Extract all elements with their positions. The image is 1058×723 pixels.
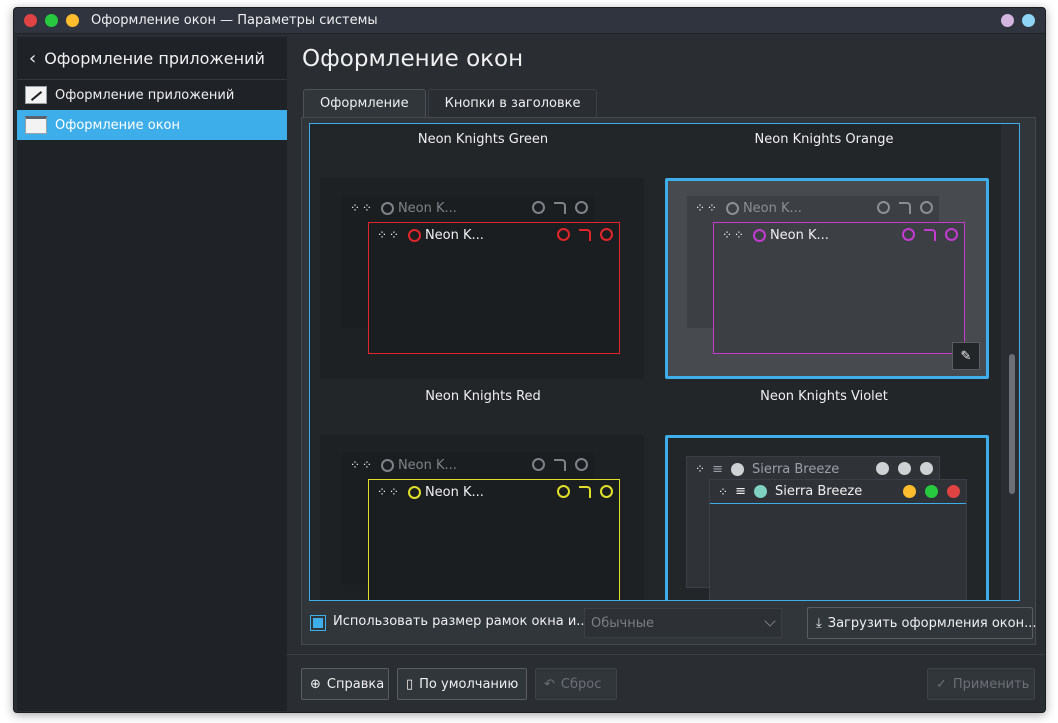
sidebar-header-title: Оформление приложений <box>44 48 265 68</box>
use-theme-border-checkbox[interactable] <box>310 615 326 631</box>
theme-title-red: Neon Knights Red <box>425 389 541 404</box>
decoration-icon: ⁘ <box>718 484 728 499</box>
use-theme-border-label[interactable]: Использовать размер рамок окна и... <box>333 614 589 629</box>
back-window-label: Neon K... <box>397 457 457 473</box>
back-window-label: Neon K... <box>742 200 802 216</box>
sidebar-item-label: Оформление приложений <box>55 87 235 103</box>
defaults-label: По умолчанию <box>419 676 519 692</box>
scrollbar-handle[interactable] <box>1009 354 1015 494</box>
sidebar-item-application-style[interactable]: Оформление приложений <box>17 80 287 110</box>
front-window-label: Neon K... <box>424 484 484 500</box>
theme-preview-orange[interactable]: ⁘ ⁘ Neon K... ⁘ ⁘ Neon K... ✎ <box>665 178 989 379</box>
decoration-icon: ⁘ ⁘ <box>350 201 372 215</box>
front-window-label: Neon K... <box>424 227 484 243</box>
border-size-value: Обычные <box>591 615 654 631</box>
sidebar-item-label: Оформление окон <box>55 117 181 133</box>
options-row: Использовать размер рамок окна и... Обыч… <box>301 606 1037 640</box>
pencil-icon: ✎ <box>960 348 972 364</box>
theme-grid[interactable]: Neon Knights Green ⁘ ⁘ Neon K... ⁘ ⁘ Neo… <box>309 123 1020 601</box>
back-window-label: Sierra Breeze <box>751 461 840 477</box>
lifebuoy-icon: ⊕ <box>310 676 321 692</box>
decorations-panel: Neon Knights Green ⁘ ⁘ Neon K... ⁘ ⁘ Neo… <box>301 117 1036 645</box>
keep-above-button[interactable] <box>1001 14 1014 27</box>
theme-preview-red[interactable]: ⁘ ⁘ Neon K... ⁘ ⁘ Neon K... <box>320 435 644 600</box>
front-window-label: Sierra Breeze <box>774 484 863 499</box>
help-label: Справка <box>326 676 385 692</box>
decoration-icon: ⁘ ⁘ <box>695 201 717 215</box>
tab-titlebar-buttons[interactable]: Кнопки в заголовке <box>427 89 598 117</box>
title-bar[interactable]: Оформление окон — Параметры системы <box>14 8 1045 34</box>
minimize-window-button[interactable] <box>66 14 79 27</box>
ring-icon <box>725 201 739 215</box>
checkmark-icon: ✓ <box>936 676 947 692</box>
theme-title-orange: Neon Knights Orange <box>754 132 894 147</box>
chevron-left-icon[interactable]: ‹ <box>29 48 36 69</box>
undo-icon: ↶ <box>544 676 555 692</box>
theme-preview-green[interactable]: ⁘ ⁘ Neon K... ⁘ ⁘ Neon K... <box>320 178 644 379</box>
sidebar: ‹ Оформление приложений Оформление прило… <box>17 37 287 711</box>
reset-button[interactable]: ↶ Сброс <box>535 668 617 700</box>
sidebar-back-header[interactable]: ‹ Оформление приложений <box>17 37 287 80</box>
theme-title-violet: Neon Knights Violet <box>760 389 888 404</box>
decoration-icon: ⁘ ⁘ <box>377 485 399 499</box>
page-title: Оформление окон <box>302 46 524 72</box>
decoration-icon: ⁘ ⁘ <box>722 228 744 242</box>
ring-icon <box>380 458 394 472</box>
ring-icon <box>752 228 766 242</box>
document-revert-icon: ▯ <box>406 676 414 692</box>
front-window-preview: ⁘ ⁘ Neon K... <box>713 222 965 354</box>
front-window-preview: ⁘ ⁘ Neon K... <box>368 479 620 600</box>
front-window-label: Neon K... <box>769 227 829 243</box>
footer-divider <box>287 654 1045 655</box>
decoration-icon: ⁘ <box>695 462 705 476</box>
tab-bar: Оформление Кнопки в заголовке <box>303 89 598 117</box>
front-window-preview: ⁘ ≡ Sierra Breeze <box>709 479 967 600</box>
theme-preview-violet[interactable]: ⁘ ≡ Sierra Breeze ⁘ ≡ Sierra Breeze <box>665 435 989 600</box>
defaults-button[interactable]: ▯ По умолчанию <box>397 668 527 700</box>
window-title: Оформление окон — Параметры системы <box>91 13 378 28</box>
system-settings-window: Оформление окон — Параметры системы ‹ Оф… <box>13 7 1046 713</box>
decoration-icon: ⁘ ⁘ <box>377 228 399 242</box>
decoration-icon: ⁘ ⁘ <box>350 458 372 472</box>
edit-theme-button[interactable]: ✎ <box>952 342 980 370</box>
app-dot-icon <box>753 485 767 498</box>
help-button[interactable]: ⊕ Справка <box>301 668 389 700</box>
reset-label: Сброс <box>560 676 602 692</box>
apply-label: Применить <box>952 676 1030 692</box>
ring-icon <box>407 485 421 499</box>
front-window-preview: ⁘ ⁘ Neon K... <box>368 222 620 354</box>
menu-icon: ≡ <box>735 484 746 499</box>
brush-icon <box>25 86 47 104</box>
maximize-window-button[interactable] <box>45 14 58 27</box>
theme-title-green: Neon Knights Green <box>417 132 549 147</box>
app-dot-icon <box>730 462 744 476</box>
back-window-label: Neon K... <box>397 200 457 216</box>
tab-decorations[interactable]: Оформление <box>303 89 426 117</box>
chevron-down-icon <box>764 615 776 627</box>
close-window-button[interactable] <box>24 14 37 27</box>
download-decorations-button[interactable]: ⤓ Загрузить оформления окон... <box>807 607 1037 639</box>
border-size-select[interactable]: Обычные <box>584 608 782 638</box>
download-icon: ⤓ <box>816 615 822 631</box>
window-icon <box>25 116 47 134</box>
ring-icon <box>380 201 394 215</box>
download-decorations-label: Загрузить оформления окон... <box>827 615 1037 631</box>
apply-button[interactable]: ✓ Применить <box>927 668 1035 700</box>
ring-icon <box>407 228 421 242</box>
on-all-desktops-button[interactable] <box>1022 14 1035 27</box>
menu-icon: ≡ <box>712 461 723 477</box>
sidebar-item-window-decorations[interactable]: Оформление окон <box>17 110 287 140</box>
